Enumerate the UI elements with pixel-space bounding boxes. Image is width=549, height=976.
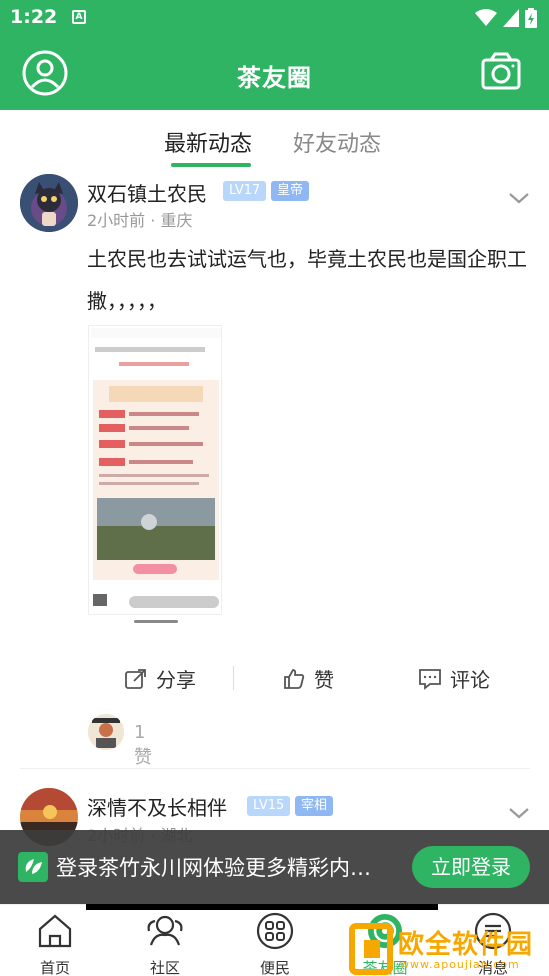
page-title: 茶友圈 — [237, 64, 312, 92]
title-bar: 茶友圈 — [0, 36, 549, 110]
comment-icon — [419, 668, 441, 690]
feed-tabs: 最新动态 好友动态 — [0, 110, 549, 170]
login-prompt-banner: 登录茶竹永川网体验更多精彩内… 立即登录 — [0, 830, 549, 904]
active-tab-indicator — [171, 163, 251, 167]
tab-friends[interactable]: 好友动态 — [293, 126, 381, 158]
like-button[interactable]: 赞 — [282, 664, 334, 693]
grid-services-icon — [256, 912, 294, 950]
nav-services-label: 便民 — [259, 959, 290, 976]
watermark-url: www.apoujian.com — [400, 958, 520, 971]
rank-badge: 宰相 — [295, 796, 334, 816]
thumbs-up-icon — [284, 668, 305, 689]
login-prompt-text: 登录茶竹永川网体验更多精彩内… — [56, 856, 371, 880]
camera-icon[interactable] — [481, 52, 521, 92]
nav-services[interactable]: 便民 — [245, 911, 305, 976]
comment-label: 评论 — [450, 668, 490, 692]
post-author-name[interactable]: 双石镇土农民 — [87, 178, 207, 207]
home-icon — [38, 914, 72, 948]
level-badge: LV17 — [223, 181, 267, 201]
screenshot-image — [89, 326, 221, 614]
watermark-title: 欧全软件园 — [398, 930, 534, 960]
rank-badge: 皇帝 — [271, 181, 310, 201]
share-button[interactable]: 分享 — [124, 664, 196, 693]
avatar[interactable] — [20, 174, 78, 232]
share-icon — [125, 668, 146, 689]
watermark-logo — [349, 923, 393, 975]
post-text: 土农民也去试试运气也，毕竟土农民也是国企职工撒，，，，， — [87, 247, 527, 313]
post-location: 重庆 — [160, 211, 193, 230]
status-bar: 1:22 A — [0, 0, 549, 36]
app-notification-icon: A — [72, 10, 86, 24]
action-divider — [233, 666, 234, 690]
level-badge: LV15 — [247, 796, 291, 816]
community-icon — [147, 915, 183, 946]
nav-community[interactable]: 社区 — [135, 911, 195, 976]
post-time: 2小时前 — [87, 211, 146, 230]
liker-avatar-image — [88, 714, 124, 750]
login-button[interactable]: 立即登录 — [412, 846, 530, 888]
image-indicator — [134, 620, 178, 623]
nav-community-label: 社区 — [149, 959, 180, 976]
post-meta: 2小时前 · 重庆 — [87, 211, 193, 230]
app-screen: 1:22 A 茶友圈 最新动态 好友动态 双石镇土农民 LV17 皇帝 2小时前… — [0, 0, 549, 976]
battery-icon — [525, 8, 537, 28]
tab-latest[interactable]: 最新动态 — [164, 126, 252, 158]
like-count: 1赞 — [134, 722, 152, 768]
nav-home-label: 首页 — [39, 959, 70, 976]
post-divider — [20, 768, 530, 769]
like-label: 赞 — [314, 668, 334, 692]
status-time: 1:22 — [10, 6, 58, 28]
liker-avatar[interactable] — [88, 714, 124, 750]
app-logo-icon — [18, 852, 48, 882]
post-author-name[interactable]: 深情不及长相伴 — [87, 792, 227, 821]
comment-button[interactable]: 评论 — [418, 664, 490, 693]
status-icons — [475, 8, 537, 28]
signal-icon — [503, 9, 519, 27]
banner-strip — [86, 904, 438, 910]
post-actions: 分享 赞 评论 — [0, 660, 549, 696]
chevron-down-icon[interactable] — [506, 800, 532, 826]
wifi-icon — [475, 9, 497, 26]
cat-avatar-image — [20, 174, 78, 232]
post-image-thumbnail[interactable] — [88, 325, 222, 615]
site-watermark: 欧全软件园 www.apoujian.com — [348, 922, 549, 976]
share-label: 分享 — [156, 668, 196, 692]
nav-home[interactable]: 首页 — [25, 911, 85, 976]
chevron-down-icon[interactable] — [506, 185, 532, 211]
